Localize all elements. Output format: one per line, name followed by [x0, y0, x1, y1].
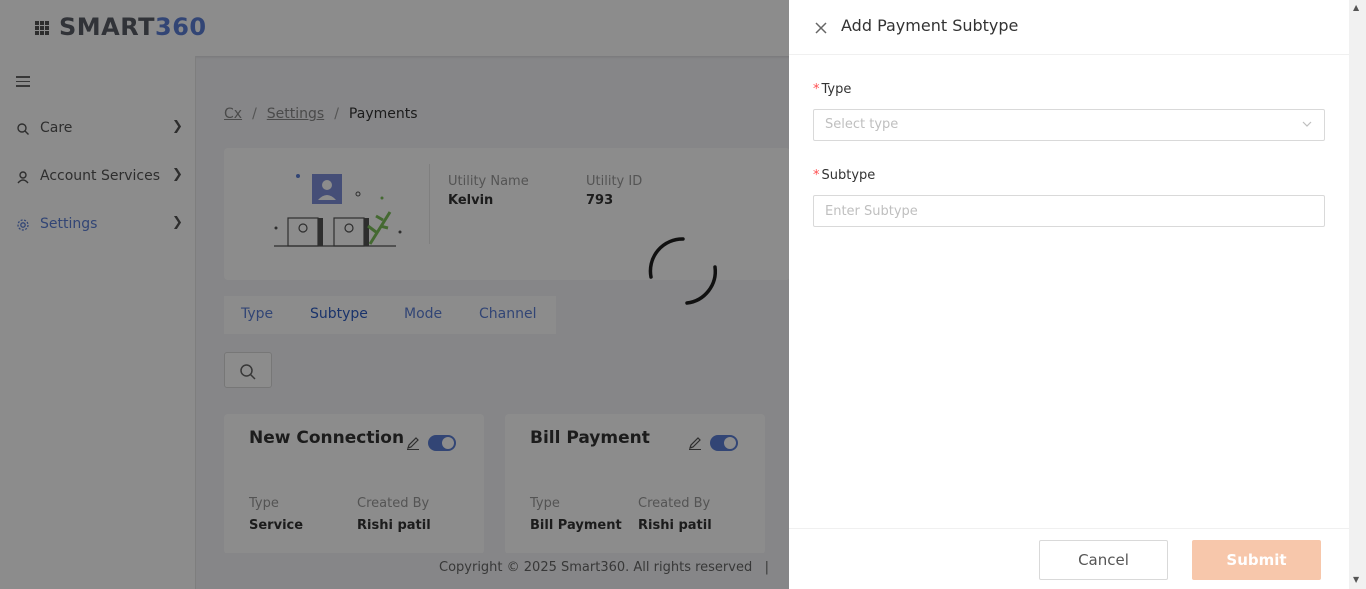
close-icon[interactable]	[813, 20, 829, 36]
type-select[interactable]: Select type	[813, 109, 1325, 141]
submit-button[interactable]: Submit	[1192, 540, 1321, 580]
drawer-title: Add Payment Subtype	[841, 16, 1019, 35]
subtype-field-label: * Subtype	[813, 168, 876, 183]
type-select-placeholder: Select type	[825, 117, 899, 132]
required-mark: *	[813, 82, 820, 97]
type-field-label: * Type	[813, 82, 852, 97]
required-mark: *	[813, 168, 820, 183]
drawer-footer: Cancel Submit	[789, 528, 1349, 589]
subtype-input[interactable]	[813, 195, 1325, 227]
loading-spinner-icon	[648, 237, 718, 305]
scroll-up-icon[interactable]: ▲	[1353, 3, 1359, 12]
chevron-down-icon	[1302, 121, 1312, 127]
scrollbar[interactable]: ▲ ▼	[1349, 0, 1366, 589]
drawer-header: Add Payment Subtype	[789, 0, 1349, 55]
add-payment-subtype-drawer: Add Payment Subtype * Type Select type * S…	[789, 0, 1349, 589]
cancel-button[interactable]: Cancel	[1039, 540, 1168, 580]
scroll-down-icon[interactable]: ▼	[1353, 575, 1359, 584]
